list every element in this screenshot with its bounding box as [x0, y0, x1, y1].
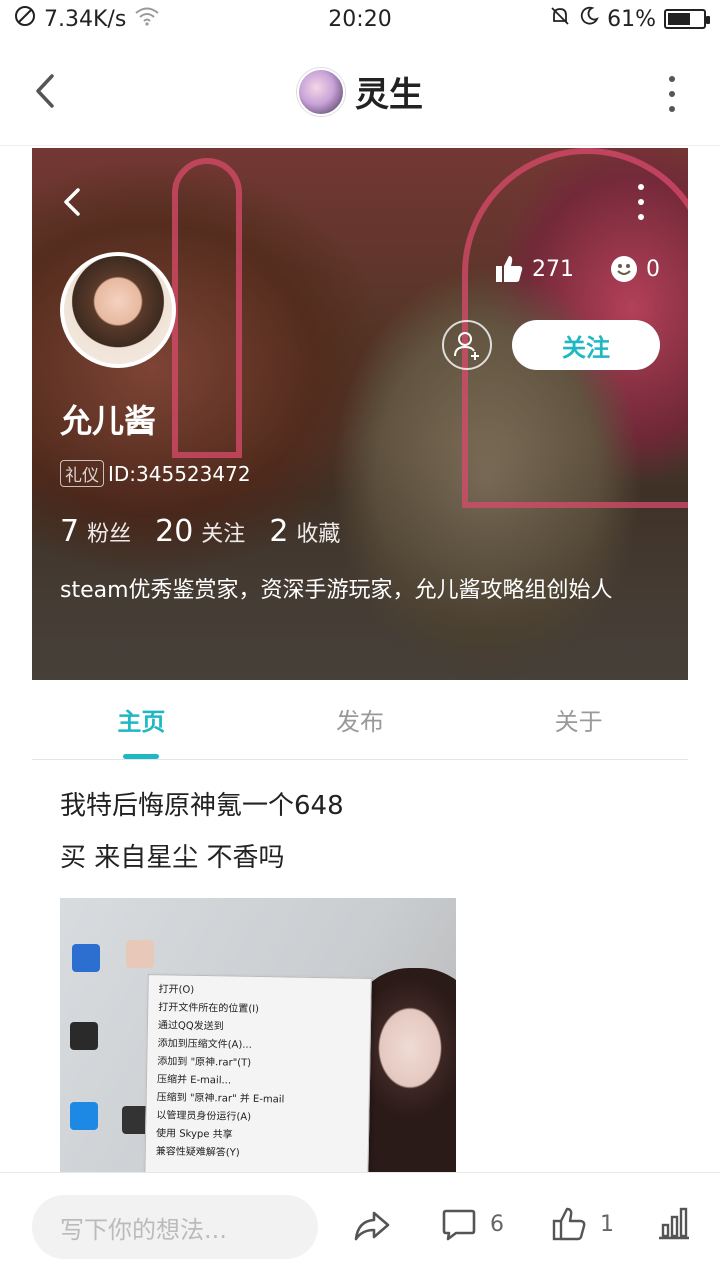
- profile-smiles[interactable]: 0: [610, 255, 660, 283]
- like-count: 1: [600, 1211, 614, 1237]
- post-line: 我特后悔原神氪一个648: [60, 791, 344, 821]
- tab-label: 关于: [554, 708, 603, 736]
- user-id: ID:345523472: [108, 461, 251, 486]
- add-user-icon: [454, 332, 479, 360]
- menu-item: 兼容性疑难解答(Y): [155, 1146, 240, 1159]
- profile-nickname: 允儿酱: [60, 402, 157, 440]
- wifi-icon: [134, 6, 160, 32]
- user-badge: 礼仪: [60, 460, 104, 487]
- dot: [669, 76, 675, 82]
- network-speed: 7.34K/s: [44, 6, 127, 32]
- back-button[interactable]: [26, 66, 66, 116]
- profile-id-row: 礼仪 ID:345523472: [60, 460, 251, 487]
- following-count[interactable]: 20 关注: [155, 514, 245, 549]
- profile-bio: steam优秀鉴赏家，资深手游玩家，允儿酱攻略组创始人: [60, 578, 613, 603]
- smile-icon: [611, 256, 637, 282]
- desktop-icon: [72, 944, 100, 972]
- banner-more-button[interactable]: [636, 184, 646, 220]
- battery-level: 61%: [607, 6, 656, 32]
- more-menu-button[interactable]: [662, 76, 682, 112]
- count-number: 20: [155, 514, 194, 549]
- favorites-count[interactable]: 2 收藏: [269, 514, 340, 549]
- desktop-icon: [70, 1022, 98, 1050]
- bar-chart-icon: [659, 1207, 689, 1240]
- count-number: 7: [60, 514, 80, 549]
- context-menu: 打开(O) 打开文件所在的位置(I) 通过QQ发送到 添加到压缩文件(A)...…: [144, 974, 372, 1172]
- moon-icon: [579, 6, 599, 32]
- post-image[interactable]: 打开(O) 打开文件所在的位置(I) 通过QQ发送到 添加到压缩文件(A)...…: [60, 898, 456, 1172]
- no-sim-icon: [14, 5, 36, 33]
- count-number: 2: [269, 514, 289, 549]
- mute-bell-icon: [549, 5, 571, 33]
- tab-label: 主页: [117, 708, 166, 736]
- dot: [638, 184, 644, 190]
- followers-count[interactable]: 7 粉丝: [60, 514, 131, 549]
- post-card[interactable]: 我特后悔原神氪一个648 买 来自星尘 不香吗 打开(O) 打开文件所在的位置(…: [32, 762, 688, 1172]
- follow-button[interactable]: 关注: [512, 320, 660, 370]
- top-nav-bar: 灵生: [0, 38, 720, 146]
- status-bar: 7.34K/s 20:20 61%: [0, 0, 720, 38]
- smiles-count: 0: [646, 256, 660, 282]
- profile-likes[interactable]: 271: [494, 254, 574, 284]
- status-right: 61%: [549, 5, 710, 33]
- comment-count: 6: [490, 1211, 504, 1237]
- dot: [669, 106, 675, 112]
- thumbs-up-icon: [496, 256, 523, 282]
- bottom-action-bar: 写下你的想法... 6 1: [0, 1172, 720, 1280]
- share-button[interactable]: [352, 1205, 392, 1245]
- chevron-left-icon: [36, 74, 54, 108]
- header-avatar[interactable]: [297, 67, 345, 116]
- tab-about[interactable]: 关于: [469, 680, 688, 759]
- count-label: 收藏: [296, 522, 341, 547]
- profile-banner: 271 0 关注 允儿酱 礼仪 ID:345523472 7 粉丝 20 关注 …: [32, 148, 688, 680]
- status-left: 7.34K/s: [14, 5, 160, 33]
- thumbs-up-icon: [552, 1207, 586, 1241]
- chevron-left-icon: [64, 188, 80, 216]
- post-line: 买 来自星尘 不香吗: [60, 843, 285, 873]
- active-tab-indicator: [123, 754, 160, 759]
- post-text: 我特后悔原神氪一个648 买 来自星尘 不香吗: [32, 762, 688, 884]
- count-label: 关注: [201, 522, 246, 547]
- dot: [638, 199, 644, 205]
- tab-posts[interactable]: 发布: [251, 680, 470, 759]
- header-center: 灵生: [297, 67, 423, 116]
- tab-label: 发布: [336, 708, 384, 736]
- likes-count: 271: [532, 256, 574, 282]
- dot: [669, 91, 675, 97]
- comment-input[interactable]: 写下你的想法...: [32, 1195, 318, 1259]
- profile-avatar[interactable]: [60, 252, 176, 368]
- profile-reactions: 271 0: [494, 254, 660, 284]
- banner-decoration: [172, 158, 242, 458]
- profile-tabs: 主页 发布 关于: [32, 680, 688, 760]
- dot: [638, 214, 644, 220]
- stats-button[interactable]: [656, 1205, 692, 1241]
- banner-back-button[interactable]: [58, 182, 88, 222]
- desktop-icon: [126, 940, 154, 968]
- profile-counts: 7 粉丝 20 关注 2 收藏: [60, 514, 340, 549]
- battery-icon: [664, 9, 710, 29]
- like-button[interactable]: 1: [550, 1205, 614, 1243]
- share-icon: [354, 1211, 390, 1241]
- desktop-icon: [70, 1102, 98, 1130]
- count-label: 粉丝: [87, 522, 132, 547]
- tab-home[interactable]: 主页: [32, 680, 251, 759]
- comment-icon: [442, 1209, 476, 1241]
- comment-button[interactable]: 6: [440, 1205, 504, 1243]
- page-title: 灵生: [355, 75, 423, 115]
- add-friend-button[interactable]: [442, 320, 492, 370]
